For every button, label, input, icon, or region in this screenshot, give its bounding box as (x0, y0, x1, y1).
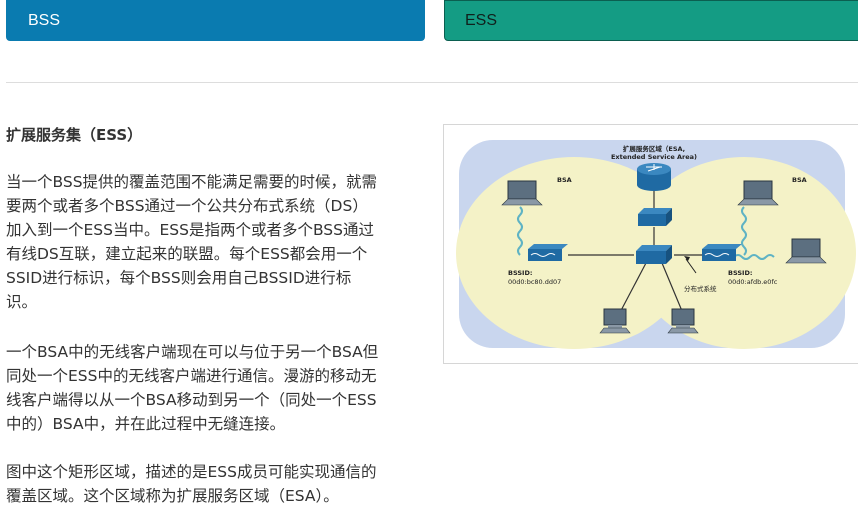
tab-ess[interactable]: ESS (444, 0, 858, 41)
bsa-left-label: BSA (557, 176, 572, 184)
switch-icon-center (636, 245, 672, 264)
access-point-left-icon (528, 244, 568, 261)
paragraph-3: 图中这个矩形区域，描述的是ESS成员可能实现通信的 覆盖区域。这个区域称为扩展服… (6, 463, 377, 505)
paragraph-2: 一个BSA中的无线客户端现在可以与位于另一个BSA但 同处一个ESS中的无线客户… (6, 343, 379, 433)
esa-title-line2: Extended Service Area) (611, 153, 697, 161)
desktop-pc-right-icon (667, 308, 699, 334)
esa-title-line1: 扩展服务区域（ESA, (623, 144, 685, 153)
bssid-right-label: BSSID: (728, 269, 752, 277)
paragraph-1: 当一个BSS提供的覆盖范围不能满足需要的时候，就需 要两个或者多个BSS通过一个… (6, 173, 378, 311)
ess-diagram: 扩展服务区域（ESA, Extended Service Area) BSA B… (456, 140, 856, 349)
access-point-right-icon (702, 244, 742, 261)
switch-icon-top (638, 208, 672, 226)
bssid-left-value: 00d0:bc80.dd07 (508, 278, 561, 286)
tab-bss[interactable]: BSS (6, 0, 425, 41)
bssid-right-value: 00d0:afdb.e0fc (728, 278, 778, 286)
desktop-pc-left-icon (599, 308, 631, 334)
bsa-right-label: BSA (792, 176, 807, 184)
ess-diagram-figure: 扩展服务区域（ESA, Extended Service Area) BSA B… (443, 124, 858, 364)
tab-bss-label: BSS (28, 11, 61, 29)
section-heading: 扩展服务集（ESS） (6, 126, 143, 144)
tab-ess-label: ESS (465, 11, 498, 29)
bssid-left-label: BSSID: (508, 269, 532, 277)
content-divider (6, 82, 858, 83)
laptop-right-top-icon (737, 180, 779, 206)
laptop-left-icon (501, 180, 543, 206)
laptop-right-bottom-icon (785, 238, 827, 264)
router-icon (637, 163, 671, 191)
distribution-system-label: 分布式系统 (684, 284, 717, 293)
